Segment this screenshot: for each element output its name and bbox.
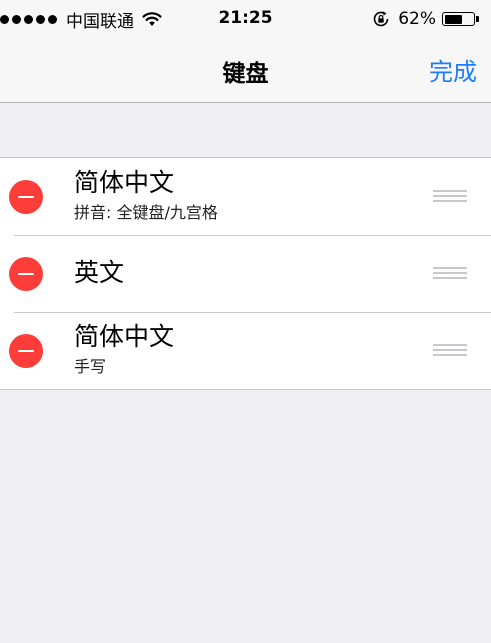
delete-button[interactable] — [9, 334, 43, 368]
keyboard-title: 简体中文 — [74, 168, 175, 197]
keyboard-title: 简体中文 — [74, 322, 175, 351]
minus-icon — [18, 273, 34, 275]
keyboard-row-chinese-pinyin[interactable]: 简体中文 拼音: 全键盘/九宫格 — [0, 158, 491, 235]
reorder-handle-icon[interactable] — [433, 267, 467, 281]
battery-percent: 62% — [398, 9, 436, 29]
keyboard-subtitle: 手写 — [74, 357, 107, 376]
keyboard-list: 简体中文 拼音: 全键盘/九宫格 英文 简体中文 手写 — [0, 157, 491, 390]
keyboard-row-chinese-handwriting[interactable]: 简体中文 手写 — [0, 312, 491, 389]
keyboard-row-english[interactable]: 英文 — [0, 235, 491, 312]
status-right: 62% — [372, 7, 479, 31]
rotation-lock-icon — [372, 10, 390, 28]
battery-icon — [442, 12, 479, 26]
status-bar: 中国联通 21:25 62% — [0, 0, 491, 38]
keyboard-subtitle: 拼音: 全键盘/九宫格 — [74, 203, 218, 222]
navigation-bar: 键盘 完成 — [0, 38, 491, 103]
reorder-handle-icon[interactable] — [433, 190, 467, 204]
delete-button[interactable] — [9, 180, 43, 214]
keyboard-title: 英文 — [74, 258, 125, 287]
reorder-handle-icon[interactable] — [433, 344, 467, 358]
page-title: 键盘 — [222, 61, 269, 87]
delete-button[interactable] — [9, 257, 43, 291]
done-button[interactable]: 完成 — [429, 52, 477, 87]
minus-icon — [18, 196, 34, 198]
minus-icon — [18, 350, 34, 352]
battery-fill — [444, 14, 462, 24]
